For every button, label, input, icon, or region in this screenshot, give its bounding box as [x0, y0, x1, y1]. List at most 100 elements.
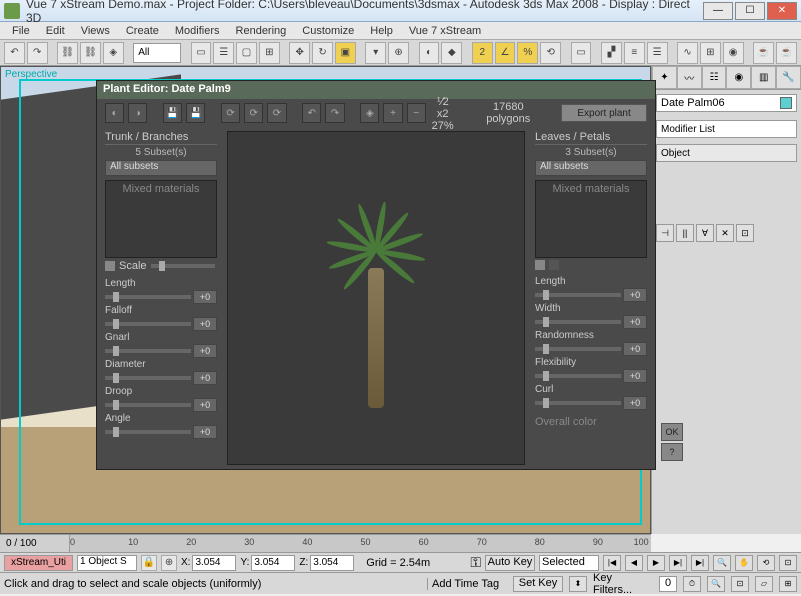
leaves-randomness-slider[interactable] — [535, 347, 621, 351]
pe-open-button[interactable]: ◑ — [128, 103, 147, 123]
cmd-tab-display[interactable]: ▥ — [751, 66, 776, 89]
modifier-list-combo[interactable]: Modifier List — [656, 120, 797, 138]
nav-max-button[interactable]: ⊡ — [779, 555, 797, 571]
pe-zoomout-button[interactable]: − — [407, 103, 426, 123]
goto-start-button[interactable]: |◀ — [603, 555, 621, 571]
layer-button[interactable]: ☰ — [647, 42, 668, 64]
pe-refresh3-button[interactable]: ⟳ — [267, 103, 286, 123]
key-button[interactable]: ◆ — [441, 42, 462, 64]
pe-refresh1-button[interactable]: ⟳ — [221, 103, 240, 123]
key-filters-button[interactable]: Key Filters... — [593, 572, 653, 596]
trunk-droop-slider[interactable] — [105, 403, 191, 407]
export-plant-button[interactable]: Export plant — [561, 104, 647, 122]
trunk-diameter-value[interactable]: +0 — [193, 371, 217, 385]
menu-views[interactable]: Views — [73, 25, 118, 37]
next-frame-button[interactable]: ▶| — [669, 555, 687, 571]
align-button[interactable]: ≡ — [624, 42, 645, 64]
x-coord-input[interactable] — [192, 555, 236, 571]
play-button[interactable]: ▶ — [647, 555, 665, 571]
trunk-droop-value[interactable]: +0 — [193, 398, 217, 412]
leaves-curl-value[interactable]: +0 — [623, 396, 647, 410]
key-nudge-button[interactable]: ⬍ — [569, 576, 587, 592]
menu-file[interactable]: File — [4, 25, 38, 37]
pe-undo-button[interactable]: ↶ — [302, 103, 321, 123]
trunk-mat-picker-icon[interactable] — [105, 261, 115, 271]
close-button[interactable]: ✕ — [767, 2, 797, 20]
plant-preview[interactable] — [227, 131, 525, 465]
redo-button[interactable]: ↷ — [27, 42, 48, 64]
snap-angle-button[interactable]: ∠ — [495, 42, 516, 64]
leaves-mat-picker-icon[interactable] — [535, 260, 545, 270]
pe-new-button[interactable]: ◐ — [105, 103, 124, 123]
menu-create[interactable]: Create — [118, 25, 167, 37]
trunk-gnarl-slider[interactable] — [105, 349, 191, 353]
trunk-falloff-value[interactable]: +0 — [193, 317, 217, 331]
pe-save-button[interactable]: 💾 — [163, 103, 182, 123]
pe-saveas-button[interactable]: 💾 — [186, 103, 205, 123]
trunk-gnarl-value[interactable]: +0 — [193, 344, 217, 358]
menu-help[interactable]: Help — [362, 25, 401, 37]
render-scene-button[interactable]: ☕ — [753, 42, 774, 64]
pe-redo-button[interactable]: ↷ — [325, 103, 344, 123]
window-crossing-button[interactable]: ⊞ — [259, 42, 280, 64]
leaves-width-value[interactable]: +0 — [623, 315, 647, 329]
maximize-button[interactable]: ☐ — [735, 2, 765, 20]
remove-mod-button[interactable]: ✕ — [716, 224, 734, 242]
frame-input[interactable]: 0 — [659, 576, 677, 592]
select-button[interactable]: ▭ — [191, 42, 212, 64]
trunk-angle-value[interactable]: +0 — [193, 425, 217, 439]
pe-refresh2-button[interactable]: ⟳ — [244, 103, 263, 123]
nav-zoom2-button[interactable]: 🔍 — [707, 576, 725, 592]
leaves-length-value[interactable]: +0 — [623, 288, 647, 302]
setkey-button[interactable]: Set Key — [513, 576, 563, 592]
trunk-length-slider[interactable] — [105, 295, 191, 299]
mirror-button[interactable]: ▞ — [601, 42, 622, 64]
leaves-flexibility-slider[interactable] — [535, 374, 621, 378]
show-end-button[interactable]: || — [676, 224, 694, 242]
prev-frame-button[interactable]: ◀ — [625, 555, 643, 571]
selection-filter-combo[interactable]: All — [133, 43, 181, 63]
cmd-tab-modify[interactable]: 〰 — [677, 66, 702, 89]
timeline[interactable]: 0 / 100 0 10 20 30 40 50 60 70 80 90 100 — [0, 534, 651, 552]
quick-render-button[interactable]: ☕ — [776, 42, 797, 64]
move-button[interactable]: ✥ — [289, 42, 310, 64]
minimize-button[interactable]: — — [703, 2, 733, 20]
menu-customize[interactable]: Customize — [294, 25, 362, 37]
manip-button[interactable]: ◐ — [419, 42, 440, 64]
xstream-button[interactable]: xStream_Uti — [4, 555, 73, 571]
trunk-falloff-slider[interactable] — [105, 322, 191, 326]
select-rect-button[interactable]: ▢ — [236, 42, 257, 64]
refcoord-button[interactable]: ▾ — [365, 42, 386, 64]
material-button[interactable]: ◉ — [723, 42, 744, 64]
snap-spinner-button[interactable]: ⟲ — [540, 42, 561, 64]
goto-end-button[interactable]: ▶| — [691, 555, 709, 571]
autokey-button[interactable]: Auto Key — [485, 555, 535, 571]
nav-zoomall-button[interactable]: ⊡ — [731, 576, 749, 592]
leaves-material-box[interactable]: Mixed materials — [535, 180, 647, 258]
scale-button[interactable]: ▣ — [335, 42, 356, 64]
leaves-flexibility-value[interactable]: +0 — [623, 369, 647, 383]
pe-ok-button[interactable]: OK — [661, 423, 683, 441]
named-sel-button[interactable]: ▭ — [571, 42, 592, 64]
menu-modifiers[interactable]: Modifiers — [167, 25, 228, 37]
nav-zoom-button[interactable]: 🔍 — [713, 555, 731, 571]
leaves-randomness-value[interactable]: +0 — [623, 342, 647, 356]
center-button[interactable]: ⊕ — [388, 42, 409, 64]
schematic-button[interactable]: ⊞ — [700, 42, 721, 64]
menu-rendering[interactable]: Rendering — [228, 25, 295, 37]
trunk-material-box[interactable]: Mixed materials — [105, 180, 217, 258]
cmd-tab-motion[interactable]: ◉ — [726, 66, 751, 89]
leaves-length-slider[interactable] — [535, 293, 621, 297]
nav-fov-button[interactable]: ▱ — [755, 576, 773, 592]
configure-button[interactable]: ⊡ — [736, 224, 754, 242]
leaves-subsets-combo[interactable]: All subsets — [535, 160, 647, 176]
link-button[interactable]: ⛓ — [57, 42, 78, 64]
timeline-ruler[interactable]: 0 10 20 30 40 50 60 70 80 90 100 — [70, 535, 651, 552]
menu-vue[interactable]: Vue 7 xStream — [401, 25, 489, 37]
add-time-tag[interactable]: Add Time Tag — [427, 578, 507, 590]
unlink-button[interactable]: ⛓ — [80, 42, 101, 64]
pe-zoomin-button[interactable]: + — [383, 103, 402, 123]
time-config-button[interactable]: ⏱ — [683, 576, 701, 592]
trunk-length-value[interactable]: +0 — [193, 290, 217, 304]
leaves-curl-slider[interactable] — [535, 401, 621, 405]
